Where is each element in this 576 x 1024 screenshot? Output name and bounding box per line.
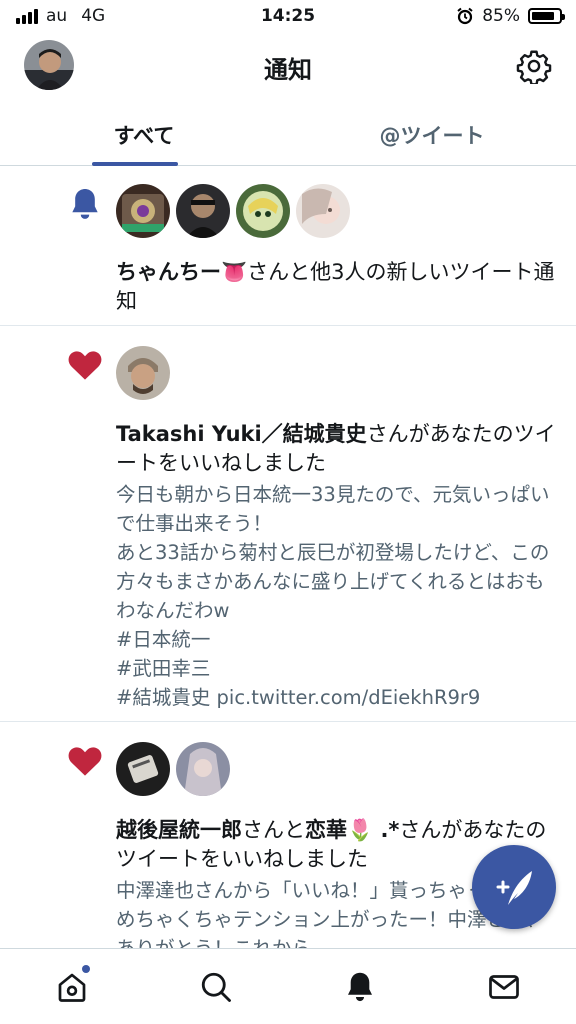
heart-icon	[66, 346, 104, 384]
tab-all-label: すべて	[113, 124, 175, 148]
tab-all[interactable]: すべて	[0, 100, 288, 166]
user-name[interactable]: ちゃんちー👅	[116, 260, 247, 284]
bell-icon	[66, 185, 104, 223]
heart-icon	[66, 742, 104, 780]
tab-active-indicator	[92, 162, 178, 166]
alarm-icon	[457, 7, 473, 25]
list-item[interactable]: ちゃんちー👅さんと他3人の新しいツイート通知	[0, 167, 576, 326]
avatar[interactable]	[116, 346, 170, 400]
notification-tabs: すべて @ツイート	[0, 100, 576, 166]
notification-message-connector: さんと	[242, 818, 305, 842]
nav-notifications[interactable]	[342, 969, 378, 1005]
avatar[interactable]	[176, 184, 230, 238]
notification-text: ちゃんちー👅さんと他3人の新しいツイート通知	[116, 258, 556, 316]
nav-messages[interactable]	[486, 969, 522, 1005]
notification-text: Takashi Yuki／結城貴史さんがあなたのツイートをいいねしました	[116, 420, 556, 478]
list-item[interactable]: Takashi Yuki／結城貴史さんがあなたのツイートをいいねしました 今日も…	[0, 326, 576, 722]
avatar[interactable]	[116, 742, 170, 796]
status-right: 85%	[456, 6, 565, 26]
user-name[interactable]: 越後屋統一郎	[116, 818, 242, 842]
notifications-icon	[348, 972, 372, 1002]
messages-icon	[489, 975, 519, 999]
notification-list: ちゃんちー👅さんと他3人の新しいツイート通知 Takashi Yuki／結城貴史…	[0, 167, 576, 948]
bottom-navigation	[0, 948, 576, 1024]
home-unread-dot	[82, 965, 90, 973]
page-title: 通知	[264, 56, 312, 84]
user-name[interactable]: 恋華🌷 .*	[305, 818, 399, 842]
tab-mentions[interactable]: @ツイート	[288, 100, 576, 165]
avatar[interactable]	[296, 184, 350, 238]
avatar-row	[116, 184, 556, 238]
battery-percent: 85%	[482, 6, 520, 26]
avatar-row	[116, 346, 556, 400]
compose-tweet-button[interactable]	[472, 845, 556, 929]
user-name[interactable]: Takashi Yuki／結城貴史	[116, 422, 367, 446]
search-icon	[201, 972, 231, 1002]
battery-fill	[532, 12, 555, 20]
tab-mentions-label: @ツイート	[379, 124, 485, 148]
avatar-row	[116, 742, 556, 796]
tweet-text: 今日も朝から日本統一33見たので、元気いっぱいで仕事出来そう！ あと33話から菊…	[116, 483, 550, 709]
header: 通知	[0, 34, 576, 98]
home-icon	[58, 973, 86, 1002]
avatar[interactable]	[176, 742, 230, 796]
compose-icon	[496, 871, 532, 905]
nav-home[interactable]	[54, 965, 90, 1005]
battery-icon	[528, 8, 565, 24]
settings-button[interactable]	[516, 48, 552, 86]
status-bar: au 4G 14:25 85%	[0, 0, 576, 34]
nav-search[interactable]	[198, 969, 234, 1005]
avatar[interactable]	[116, 184, 170, 238]
avatar[interactable]	[236, 184, 290, 238]
gear-icon	[516, 50, 552, 86]
